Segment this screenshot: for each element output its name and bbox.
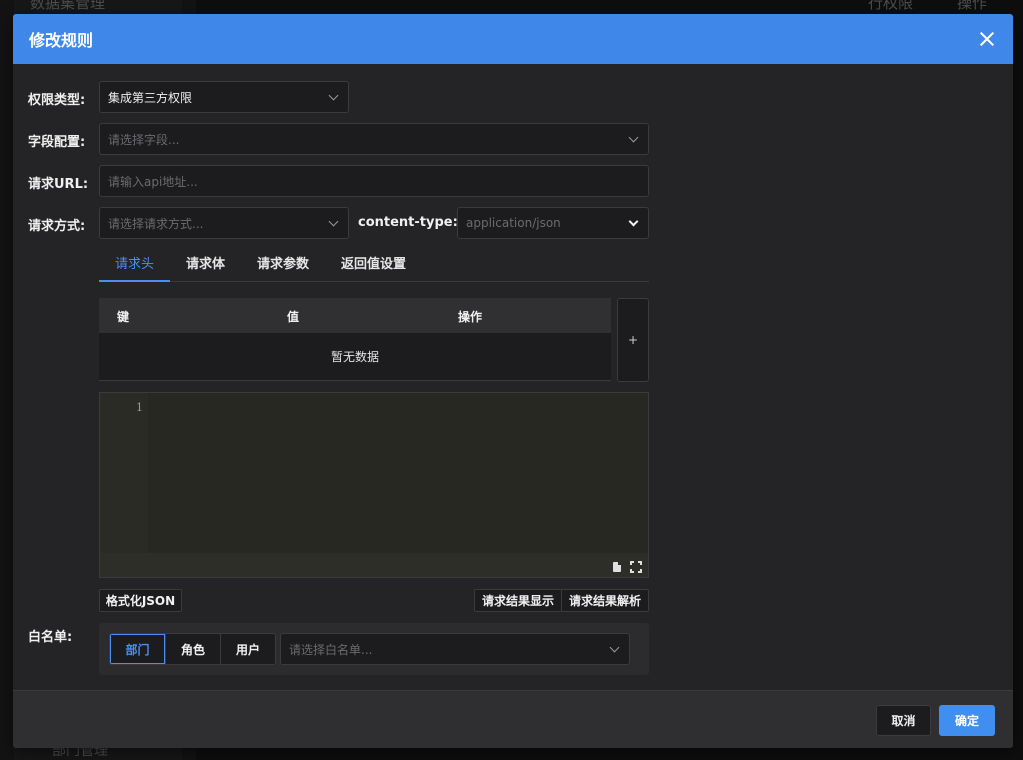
field-config-label: 字段配置: <box>28 135 86 150</box>
segment-user[interactable]: 用户 <box>220 634 275 664</box>
request-method-label: 请求方式: <box>28 219 86 234</box>
dialog-title: 修改规则 <box>29 31 94 50</box>
add-row-button[interactable]: + <box>617 298 649 382</box>
whitelist-type-switch: 部门 角色 用户 <box>109 633 276 665</box>
request-method-placeholder: 请选择请求方式... <box>108 216 204 231</box>
request-method-select[interactable]: 请选择请求方式... <box>99 207 349 239</box>
empty-text: 暂无数据 <box>330 350 379 364</box>
tab-request-headers[interactable]: 请求头 <box>99 252 171 282</box>
dialog-header: 修改规则 <box>13 14 1013 64</box>
line-number: 1 <box>136 401 143 414</box>
parse-result-button[interactable]: 请求结果解析 <box>561 589 649 612</box>
editor-gutter: 1 <box>100 393 148 553</box>
dialog-body: 权限类型: 集成第三方权限 字段配置: 请选择字段... 请求URL: 请输入a… <box>13 64 1013 690</box>
permission-type-label: 权限类型: <box>28 93 86 108</box>
tab-request-body[interactable]: 请求体 <box>170 252 241 282</box>
content-type-value: application/json <box>466 216 561 230</box>
confirm-button[interactable]: 确定 <box>939 705 995 736</box>
table-header-row: 键 值 操作 <box>99 298 611 333</box>
format-json-button[interactable]: 格式化JSON <box>99 589 182 612</box>
tab-request-params[interactable]: 请求参数 <box>241 252 325 282</box>
segment-role[interactable]: 角色 <box>165 634 220 664</box>
column-header-action: 操作 <box>458 310 483 324</box>
chevron-down-icon <box>328 216 339 227</box>
copy-icon[interactable] <box>612 561 624 573</box>
whitelist-select[interactable]: 请选择白名单... <box>280 633 630 665</box>
table-empty-row: 暂无数据 <box>99 333 611 381</box>
show-result-button[interactable]: 请求结果显示 <box>474 589 562 612</box>
content-type-label: content-type: <box>358 215 458 230</box>
whitelist-panel: 部门 角色 用户 请选择白名单... <box>99 623 649 675</box>
edit-rule-dialog: 修改规则 权限类型: 集成第三方权限 字段配置: 请选择字段... 请求URL:… <box>13 14 1013 748</box>
tab-return-settings[interactable]: 返回值设置 <box>325 252 422 282</box>
json-editor[interactable]: 1 <box>99 392 649 578</box>
request-url-input[interactable]: 请输入api地址... <box>99 165 649 197</box>
editor-text-area[interactable] <box>148 393 648 553</box>
content-type-select[interactable]: application/json <box>457 207 649 239</box>
column-header-key: 键 <box>117 310 130 324</box>
cancel-button[interactable]: 取消 <box>876 705 931 736</box>
segment-department[interactable]: 部门 <box>110 634 165 664</box>
chevron-down-icon <box>628 216 639 227</box>
field-config-select[interactable]: 请选择字段... <box>99 123 649 155</box>
close-icon[interactable] <box>977 29 997 49</box>
request-url-placeholder: 请输入api地址... <box>108 174 198 189</box>
editor-toolbar <box>612 561 642 573</box>
whitelist-label: 白名单: <box>28 630 73 645</box>
chevron-down-icon <box>609 642 620 653</box>
dialog-footer: 取消 确定 <box>13 690 1013 748</box>
field-config-placeholder: 请选择字段... <box>108 132 180 147</box>
chevron-down-icon <box>628 132 639 143</box>
permission-type-value: 集成第三方权限 <box>108 90 193 105</box>
headers-table: 键 值 操作 暂无数据 <box>99 298 611 382</box>
permission-type-select[interactable]: 集成第三方权限 <box>99 81 349 113</box>
request-url-label: 请求URL: <box>28 177 89 192</box>
chevron-down-icon <box>328 90 339 101</box>
fullscreen-icon[interactable] <box>630 561 642 573</box>
whitelist-placeholder: 请选择白名单... <box>289 642 373 657</box>
request-tabs: 请求头 请求体 请求参数 返回值设置 <box>99 252 649 282</box>
column-header-value: 值 <box>287 310 300 324</box>
